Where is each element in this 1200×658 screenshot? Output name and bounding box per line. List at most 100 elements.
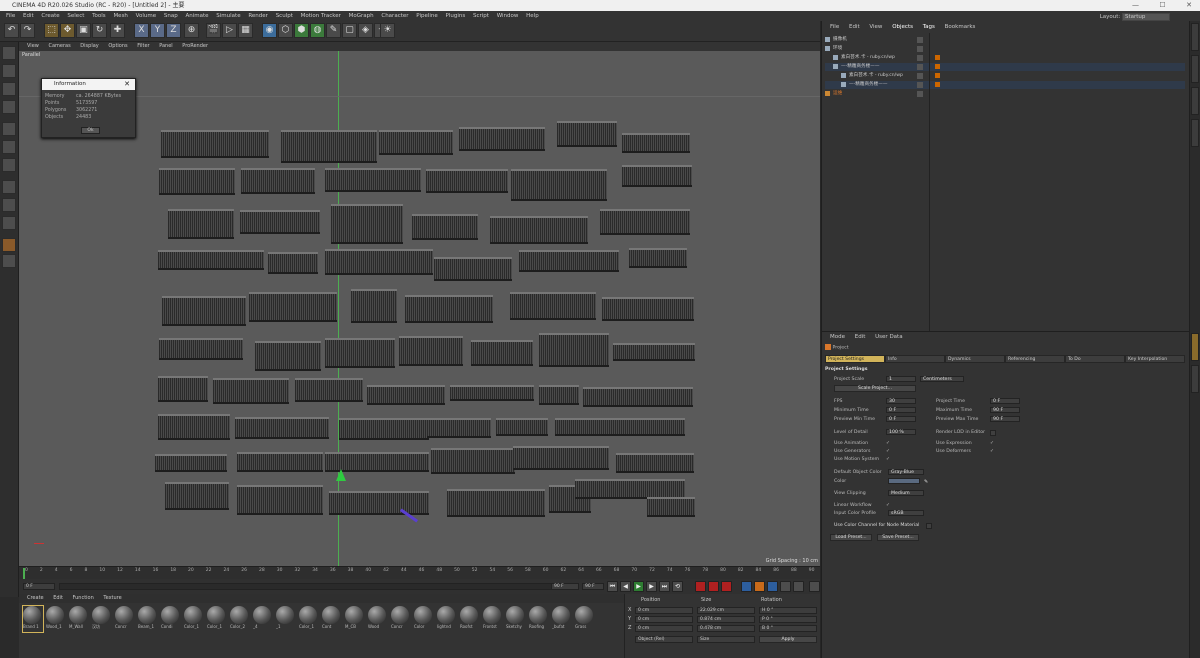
x-axis-lock-icon[interactable]: X (134, 23, 149, 38)
render-picture-viewer-icon[interactable]: ▷ (222, 23, 237, 38)
roof-model[interactable] (434, 257, 512, 281)
size-mode-dropdown[interactable]: Size (697, 636, 755, 643)
material-swatch[interactable]: _4 (253, 606, 273, 632)
y-axis-lock-icon[interactable]: Y (150, 23, 165, 38)
end-frame-field[interactable]: 90 F (551, 583, 579, 590)
material-swatch[interactable]: Frontst (483, 606, 503, 632)
max-time-field[interactable]: 90 F (990, 407, 1020, 413)
viewport-menu-prorender[interactable]: ProRender (182, 43, 208, 49)
viewport-menu-cameras[interactable]: Cameras (48, 43, 70, 49)
roof-model[interactable] (161, 130, 269, 158)
render-settings-icon[interactable]: ▦ (238, 23, 253, 38)
close-icon[interactable]: ✕ (124, 80, 130, 88)
roof-model[interactable] (427, 418, 491, 438)
step-forward-icon[interactable]: ▶ (646, 581, 657, 592)
polygons-mode-icon[interactable] (2, 158, 16, 172)
redo-icon[interactable]: ↷ (20, 23, 35, 38)
default-color-dropdown[interactable]: Gray-Blue (888, 469, 924, 475)
array-icon[interactable]: ◍ (310, 23, 325, 38)
scale-project-button[interactable]: Scale Project... (834, 385, 916, 392)
3d-viewport[interactable]: Parallel Grid Spacing : 10 cm (19, 51, 820, 566)
current-frame-field[interactable]: 0 F (23, 583, 55, 590)
objects-menu-tags[interactable]: Tags (923, 24, 935, 30)
menu-mograph[interactable]: MoGraph (349, 13, 374, 19)
tab-layers-vertical[interactable] (1191, 119, 1199, 147)
tab-key-interpolation[interactable]: Key Interpolation (1125, 355, 1185, 363)
tab-content-browser-vertical[interactable] (1191, 55, 1199, 83)
roof-model[interactable] (249, 292, 337, 322)
menu-file[interactable]: File (6, 13, 15, 19)
roof-model[interactable] (616, 453, 694, 473)
ok-button[interactable]: Ok (81, 127, 100, 134)
menu-pipeline[interactable]: Pipeline (416, 13, 438, 19)
roof-model[interactable] (165, 482, 229, 510)
viewport-menu-panel[interactable]: Panel (159, 43, 173, 49)
roof-model[interactable] (325, 249, 433, 275)
menu-window[interactable]: Window (497, 13, 519, 19)
eyedropper-icon[interactable]: ✎ (924, 479, 928, 486)
material-swatch[interactable]: Color_1 (207, 606, 227, 632)
object-row[interactable]: 环境 (825, 45, 1185, 53)
roof-model[interactable] (555, 418, 685, 436)
material-swatch[interactable]: M_Wall (69, 606, 89, 632)
save-preset-button[interactable]: Save Preset... (877, 534, 919, 541)
scale-tool-icon[interactable]: ▣ (76, 23, 91, 38)
object-row[interactable]: 素白芸术.卡 - ruby.cn/wp (825, 72, 1185, 80)
roof-model[interactable] (511, 169, 607, 201)
menu-select[interactable]: Select (67, 13, 84, 19)
edges-mode-icon[interactable] (2, 140, 16, 154)
roof-model[interactable] (447, 489, 545, 517)
material-menu-create[interactable]: Create (27, 595, 44, 601)
rotation-p-field[interactable]: P 0 ° (759, 616, 817, 623)
roof-model[interactable] (496, 418, 548, 436)
menu-script[interactable]: Script (473, 13, 489, 19)
project-scale-field[interactable]: 1 (886, 376, 916, 382)
tab-to-do[interactable]: To Do (1065, 355, 1125, 363)
view-clipping-dropdown[interactable]: Medium (888, 490, 924, 496)
material-menu-texture[interactable]: Texture (103, 595, 121, 601)
select-tool-icon[interactable]: ⬚ (44, 23, 59, 38)
menu-create[interactable]: Create (41, 13, 59, 19)
roof-model[interactable] (159, 338, 243, 360)
material-swatch[interactable]: Condi (161, 606, 181, 632)
axis-mode-icon[interactable] (2, 198, 16, 212)
tab-project-settings[interactable]: Project Settings (825, 355, 885, 363)
roof-model[interactable] (240, 210, 320, 234)
objects-menu-edit[interactable]: Edit (849, 24, 860, 30)
material-swatch[interactable]: lightnd (437, 606, 457, 632)
rotate-tool-icon[interactable]: ↻ (92, 23, 107, 38)
visibility-toggle[interactable] (917, 82, 923, 88)
tag-icon[interactable] (935, 55, 940, 60)
project-scale-unit-dropdown[interactable]: Centimeters (920, 376, 964, 382)
timeline-ruler[interactable]: 0 2 4 6 8 10 12 14 16 18 20 22 24 26 28 30 32 34 36 38 40 42 4… (19, 566, 820, 579)
attr-menu-edit[interactable]: Edit (855, 334, 866, 340)
pen-spline-icon[interactable]: ⬡ (278, 23, 293, 38)
preview-range-slider[interactable] (59, 583, 579, 590)
objects-menu-bookmarks[interactable]: Bookmarks (945, 24, 976, 30)
roof-model[interactable] (241, 168, 315, 194)
visibility-toggle[interactable] (917, 91, 923, 97)
roof-model[interactable] (339, 418, 429, 440)
go-to-end-icon[interactable]: ⏭ (659, 581, 670, 592)
coordinate-mode-dropdown[interactable]: Object (Rel) (635, 636, 693, 643)
roof-model[interactable] (235, 417, 329, 439)
position-key-icon[interactable] (741, 581, 752, 592)
material-swatch[interactable]: Roofst (460, 606, 480, 632)
roof-model[interactable] (162, 296, 246, 326)
menu-animate[interactable]: Animate (185, 13, 208, 19)
rotation-key-icon[interactable] (767, 581, 778, 592)
apply-button[interactable]: Apply (759, 636, 817, 643)
solo-mode-icon[interactable] (2, 254, 16, 268)
tab-layer-vertical[interactable] (1191, 365, 1199, 393)
lod-field[interactable]: 100 % (886, 429, 916, 435)
visibility-toggle[interactable] (917, 46, 923, 52)
size-z-field[interactable]: 0.478 cm (697, 625, 755, 632)
visibility-toggle[interactable] (917, 73, 923, 79)
play-icon[interactable]: ▶ (633, 581, 644, 592)
pla-key-icon[interactable] (793, 581, 804, 592)
tab-referencing[interactable]: Referencing (1005, 355, 1065, 363)
roof-model[interactable] (237, 485, 323, 515)
light-icon[interactable]: ☀ (380, 23, 395, 38)
scale-key-icon[interactable] (754, 581, 765, 592)
roof-model[interactable] (622, 133, 690, 153)
